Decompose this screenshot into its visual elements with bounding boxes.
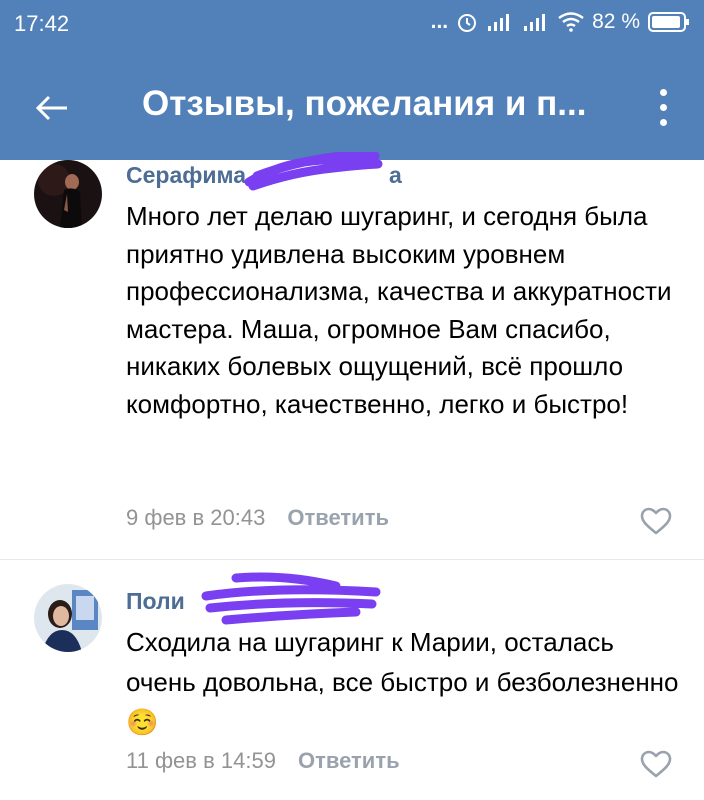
status-time: 17:42 — [14, 11, 70, 36]
page-title: Отзывы, пожелания и п... — [142, 84, 587, 123]
avatar[interactable] — [34, 584, 102, 652]
comment-author[interactable]: Поли — [126, 588, 185, 615]
comment-text: Сходила на шугаринг к Марии, осталась оч… — [126, 627, 679, 737]
comment-text: Много лет делаю шугаринг, и сегодня была… — [126, 201, 672, 419]
comment-meta: 9 фев в 20:43 Ответить — [126, 505, 389, 531]
toolbar: Отзывы, пожелания и п... — [0, 60, 704, 156]
signal-icon — [486, 12, 514, 32]
back-button[interactable] — [24, 80, 80, 136]
wifi-icon — [558, 12, 584, 32]
notification-dots: ... — [430, 10, 449, 33]
redaction-scribble — [244, 152, 383, 191]
comment-item: Поли Сходила на шугаринг к Марии, остала… — [0, 560, 704, 800]
comment-date: 9 фев в 20:43 — [126, 505, 266, 530]
avatar[interactable] — [34, 160, 102, 228]
comment-date: 11 фев в 14:59 — [126, 748, 276, 773]
more-options-button[interactable] — [648, 82, 678, 132]
comment-item: Серафима а Много лет делаю шугаринг, и се… — [0, 152, 704, 558]
more-vertical-icon — [659, 88, 667, 96]
status-icons: ... 82 % — [431, 10, 690, 34]
redaction-scribble — [201, 572, 381, 625]
battery-percent: 82 % — [592, 10, 640, 33]
status-bar: 17:42 ... 82 % — [0, 0, 704, 50]
heart-icon[interactable] — [640, 507, 672, 535]
comment-meta: 11 фев в 14:59 Ответить — [126, 748, 400, 774]
app-header: 17:42 ... 82 % Отзывы, пожелания и п... — [0, 0, 704, 160]
alarm-icon — [456, 11, 478, 33]
battery-icon — [648, 11, 690, 33]
arrow-left-icon — [35, 95, 67, 121]
reply-button[interactable]: Ответить — [298, 748, 400, 773]
signal-icon — [522, 12, 550, 32]
reply-button[interactable]: Ответить — [287, 505, 389, 530]
heart-icon[interactable] — [640, 750, 672, 778]
